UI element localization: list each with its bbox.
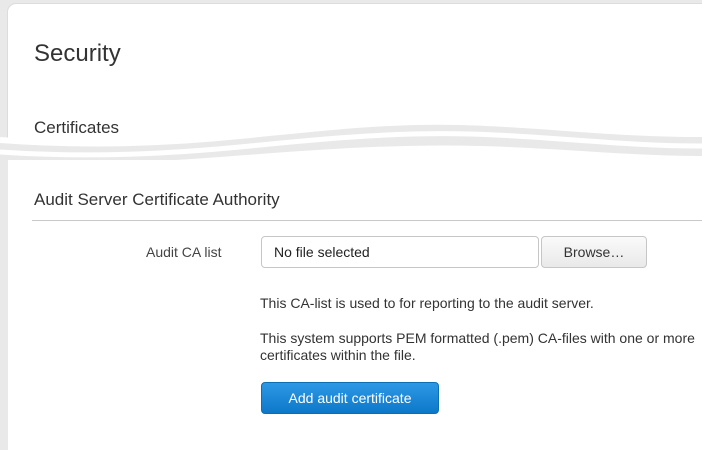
help-text-pem-format: This system supports PEM formatted (.pem… [260,330,695,363]
audit-ca-panel: Audit Server Certificate Authority Audit… [8,160,702,450]
section-divider [32,220,702,221]
browse-button[interactable]: Browse… [541,236,647,268]
help-text-reporting: This CA-list is used to for reporting to… [260,295,594,311]
add-audit-certificate-button[interactable]: Add audit certificate [261,382,439,414]
audit-section-title: Audit Server Certificate Authority [34,190,280,209]
page-title: Security [34,40,121,67]
audit-ca-list-label: Audit CA list [146,244,222,260]
audit-ca-file-input[interactable]: No file selected [261,236,539,268]
